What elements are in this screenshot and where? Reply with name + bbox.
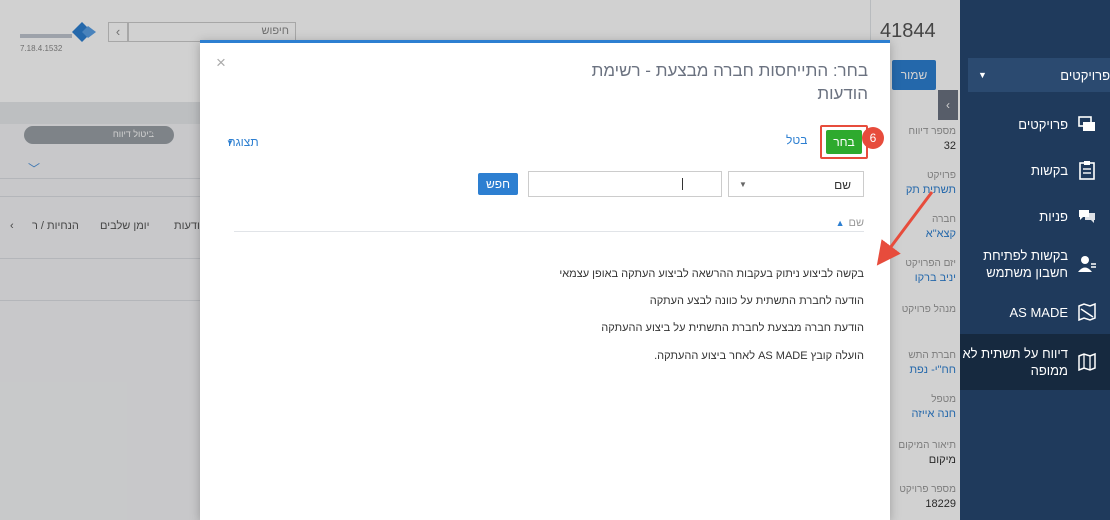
annotation-arrow [876, 191, 934, 266]
